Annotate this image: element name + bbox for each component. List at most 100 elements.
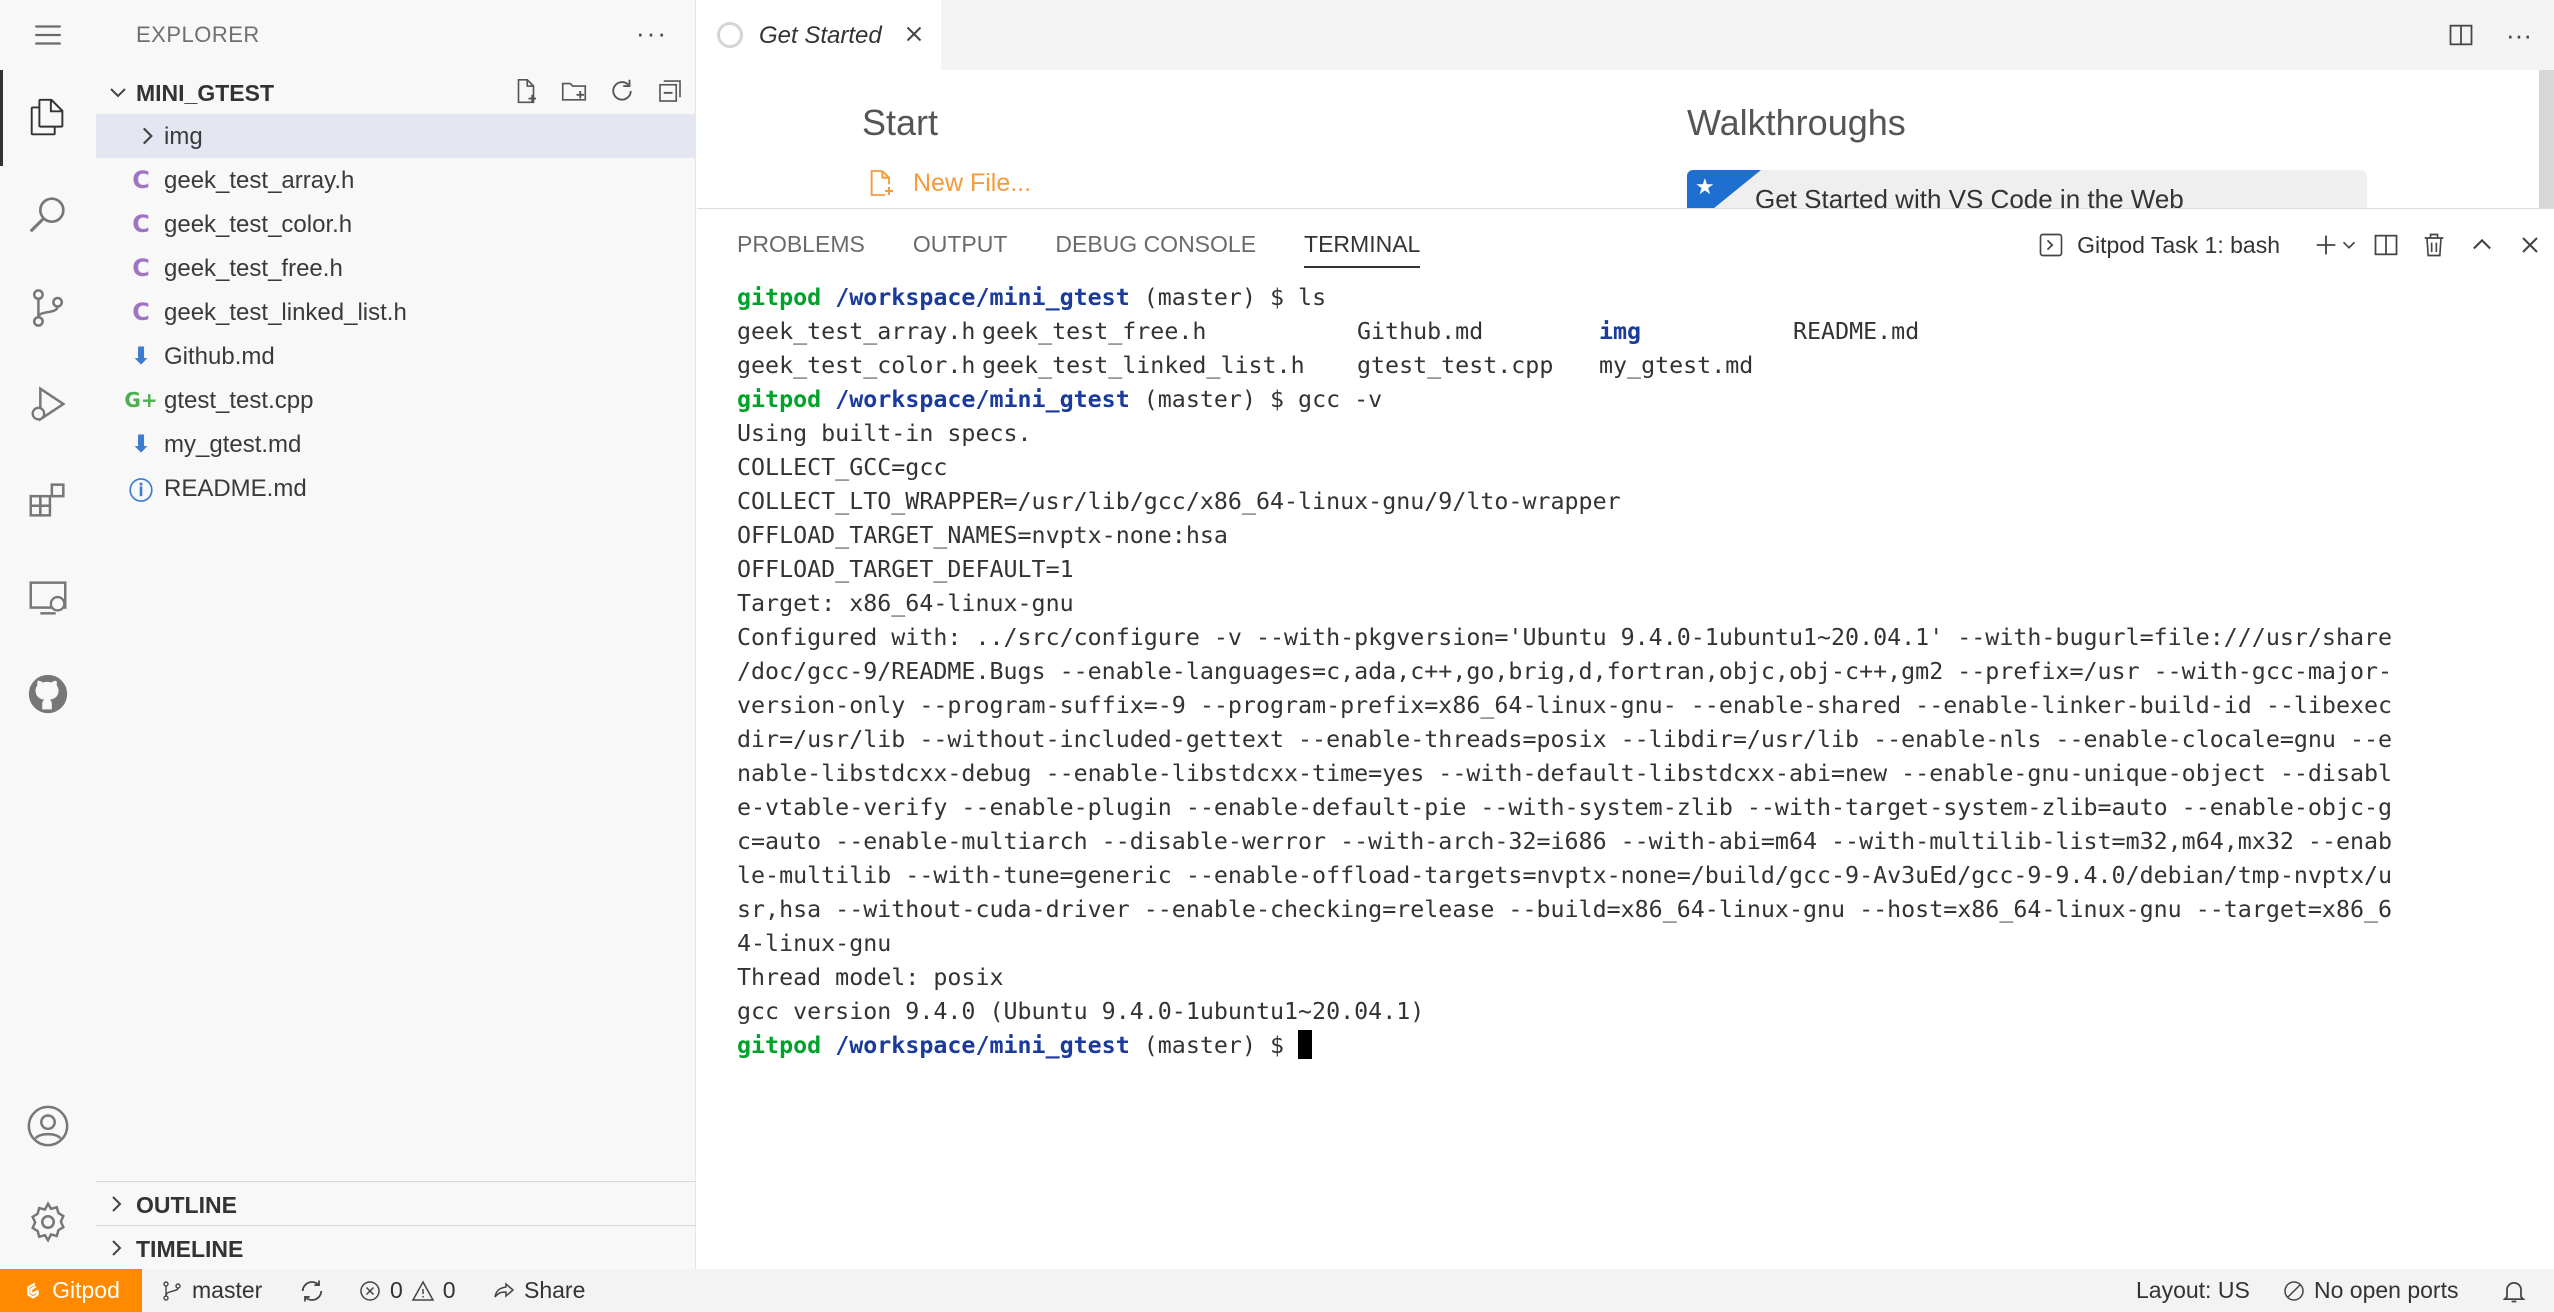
warning-icon xyxy=(411,1279,435,1301)
outline-section[interactable]: OUTLINE xyxy=(96,1181,696,1225)
terminal-cursor xyxy=(1298,1030,1313,1059)
output-line: dir=/usr/lib --without-included-gettext … xyxy=(737,726,2393,753)
terminal-line: gitpod /workspace/mini_gtest (master) $ xyxy=(737,1029,2527,1063)
output-line: Configured with: ../src/configure -v --w… xyxy=(737,624,2393,651)
tab-problems[interactable]: PROBLEMS xyxy=(737,231,865,268)
tab-output[interactable]: OUTPUT xyxy=(913,231,1008,268)
ls-output-row: geek_test_color.h geek_test_linked_list.h… xyxy=(737,349,2527,383)
workspace-folder-row[interactable]: MINI_GTEST xyxy=(96,70,696,114)
output-line: /doc/gcc-9/README.Bugs --enable-language… xyxy=(737,658,2393,685)
source-control-icon[interactable] xyxy=(0,260,96,356)
tree-item-geek-test-linked-list[interactable]: C geek_test_linked_list.h xyxy=(96,290,696,334)
split-editor-icon[interactable] xyxy=(2446,18,2476,52)
new-file-icon[interactable] xyxy=(510,74,542,108)
prompt-user: gitpod xyxy=(737,386,822,413)
command: ls xyxy=(1298,284,1327,311)
explorer-title: EXPLORER xyxy=(136,22,260,47)
explorer-sidebar: EXPLORER ··· MINI_GTEST img C geek_test_… xyxy=(96,0,696,1269)
activity-bar xyxy=(0,0,96,1269)
gitpod-icon xyxy=(27,1282,39,1299)
git-branch-icon xyxy=(163,1280,181,1301)
remote-indicator[interactable]: Gitpod xyxy=(0,1269,142,1312)
settings-gear-icon[interactable] xyxy=(0,1174,96,1270)
prompt-user: gitpod xyxy=(737,1032,822,1059)
close-icon[interactable] xyxy=(901,21,927,47)
error-count: 0 xyxy=(390,1277,403,1303)
no-ports-icon xyxy=(2284,1280,2304,1301)
layout-label: Layout: US xyxy=(2136,1277,2250,1303)
tree-item-geek-test-color[interactable]: C geek_test_color.h xyxy=(96,202,696,246)
ls-entry: README.md xyxy=(1793,318,1920,345)
sync-icon[interactable] xyxy=(298,1269,326,1312)
tree-item-label: my_gtest.md xyxy=(164,431,302,458)
branch-label: master xyxy=(192,1277,263,1303)
notifications-bell-icon[interactable] xyxy=(2500,1269,2528,1312)
menu-icon[interactable] xyxy=(0,0,96,70)
prompt-branch: (master) $ xyxy=(1129,284,1299,311)
explorer-icon[interactable] xyxy=(0,70,96,166)
collapse-all-icon[interactable] xyxy=(654,74,686,108)
output-line: Thread model: posix xyxy=(737,964,1004,991)
ls-entry: img xyxy=(1599,318,1642,345)
cpp-file-icon: G+ xyxy=(124,388,158,412)
refresh-icon[interactable] xyxy=(606,74,638,108)
timeline-section[interactable]: TIMELINE xyxy=(96,1225,696,1269)
tree-item-geek-test-free[interactable]: C geek_test_free.h xyxy=(96,246,696,290)
more-actions-icon[interactable]: ··· xyxy=(2504,18,2534,52)
terminal-selector[interactable]: Gitpod Task 1: bash xyxy=(2037,230,2280,260)
more-actions-icon[interactable]: ··· xyxy=(636,18,668,49)
tree-item-img[interactable]: img xyxy=(96,114,696,158)
branch-indicator[interactable]: master xyxy=(160,1269,262,1312)
bottom-panel: PROBLEMS OUTPUT DEBUG CONSOLE TERMINAL G… xyxy=(697,208,2554,1269)
tree-item-label: gtest_test.cpp xyxy=(164,387,314,414)
tree-item-geek-test-array[interactable]: C geek_test_array.h xyxy=(96,158,696,202)
extensions-icon[interactable] xyxy=(0,452,96,548)
tree-item-label: geek_test_color.h xyxy=(164,211,353,238)
walkthrough-card[interactable]: ★ Get Started with VS Code in the Web xyxy=(1687,170,2367,208)
terminal-line: gitpod /workspace/mini_gtest (master) $ … xyxy=(737,281,2527,315)
close-panel-icon[interactable] xyxy=(2506,225,2554,265)
editor-tab-bar: Get Started ··· xyxy=(697,0,2554,70)
ports-label: No open ports xyxy=(2314,1277,2459,1303)
prompt-user: gitpod xyxy=(737,284,822,311)
tree-item-readme-md[interactable]: ⓘ README.md xyxy=(96,466,696,510)
ports-indicator[interactable]: No open ports xyxy=(2282,1269,2458,1312)
share-label: Share xyxy=(524,1277,586,1303)
tab-terminal[interactable]: TERMINAL xyxy=(1304,231,1421,268)
explorer-header: EXPLORER ··· xyxy=(96,0,696,70)
tree-item-gtest-test-cpp[interactable]: G+ gtest_test.cpp xyxy=(96,378,696,422)
remote-label: Gitpod xyxy=(52,1277,120,1303)
maximize-panel-icon[interactable] xyxy=(2458,225,2506,265)
share-button[interactable]: Share xyxy=(492,1269,585,1312)
new-file-label: New File... xyxy=(913,168,1032,197)
start-heading: Start xyxy=(862,102,939,143)
output-line: COLLECT_GCC=gcc xyxy=(737,454,948,481)
tab-get-started[interactable]: Get Started xyxy=(697,0,941,70)
terminal-line: gitpod /workspace/mini_gtest (master) $ … xyxy=(737,383,2527,417)
tree-item-label: geek_test_array.h xyxy=(164,167,355,194)
problems-indicator[interactable]: 0 0 xyxy=(358,1269,456,1312)
keyboard-layout[interactable]: Layout: US xyxy=(2136,1269,2250,1312)
split-terminal-icon[interactable] xyxy=(2362,225,2410,265)
chevron-down-icon[interactable] xyxy=(2336,225,2362,265)
tree-item-my-gtest-md[interactable]: ⬇ my_gtest.md xyxy=(96,422,696,466)
tree-item-github-md[interactable]: ⬇ Github.md xyxy=(96,334,696,378)
prompt-path: /workspace/mini_gtest xyxy=(835,284,1130,311)
new-folder-icon[interactable] xyxy=(558,74,590,108)
chevron-right-icon xyxy=(112,1240,122,1256)
account-icon[interactable] xyxy=(0,1078,96,1174)
remote-explorer-icon[interactable] xyxy=(0,550,96,646)
github-icon[interactable] xyxy=(0,646,96,742)
loading-icon xyxy=(717,22,743,48)
walkthrough-title: Get Started with VS Code in the Web xyxy=(1755,184,2184,208)
panel-actions: Gitpod Task 1: bash xyxy=(2037,225,2554,265)
output-line: OFFLOAD_TARGET_NAMES=nvptx-none:hsa xyxy=(737,522,1228,549)
new-file-link[interactable]: New File... xyxy=(865,166,1031,200)
tab-debug-console[interactable]: DEBUG CONSOLE xyxy=(1055,231,1256,268)
search-icon[interactable] xyxy=(0,166,96,262)
terminal-output[interactable]: gitpod /workspace/mini_gtest (master) $ … xyxy=(737,281,2527,1063)
trash-icon[interactable] xyxy=(2410,225,2458,265)
editor-scrollbar[interactable] xyxy=(2539,70,2554,208)
c-file-icon: C xyxy=(132,210,150,238)
run-debug-icon[interactable] xyxy=(0,356,96,452)
